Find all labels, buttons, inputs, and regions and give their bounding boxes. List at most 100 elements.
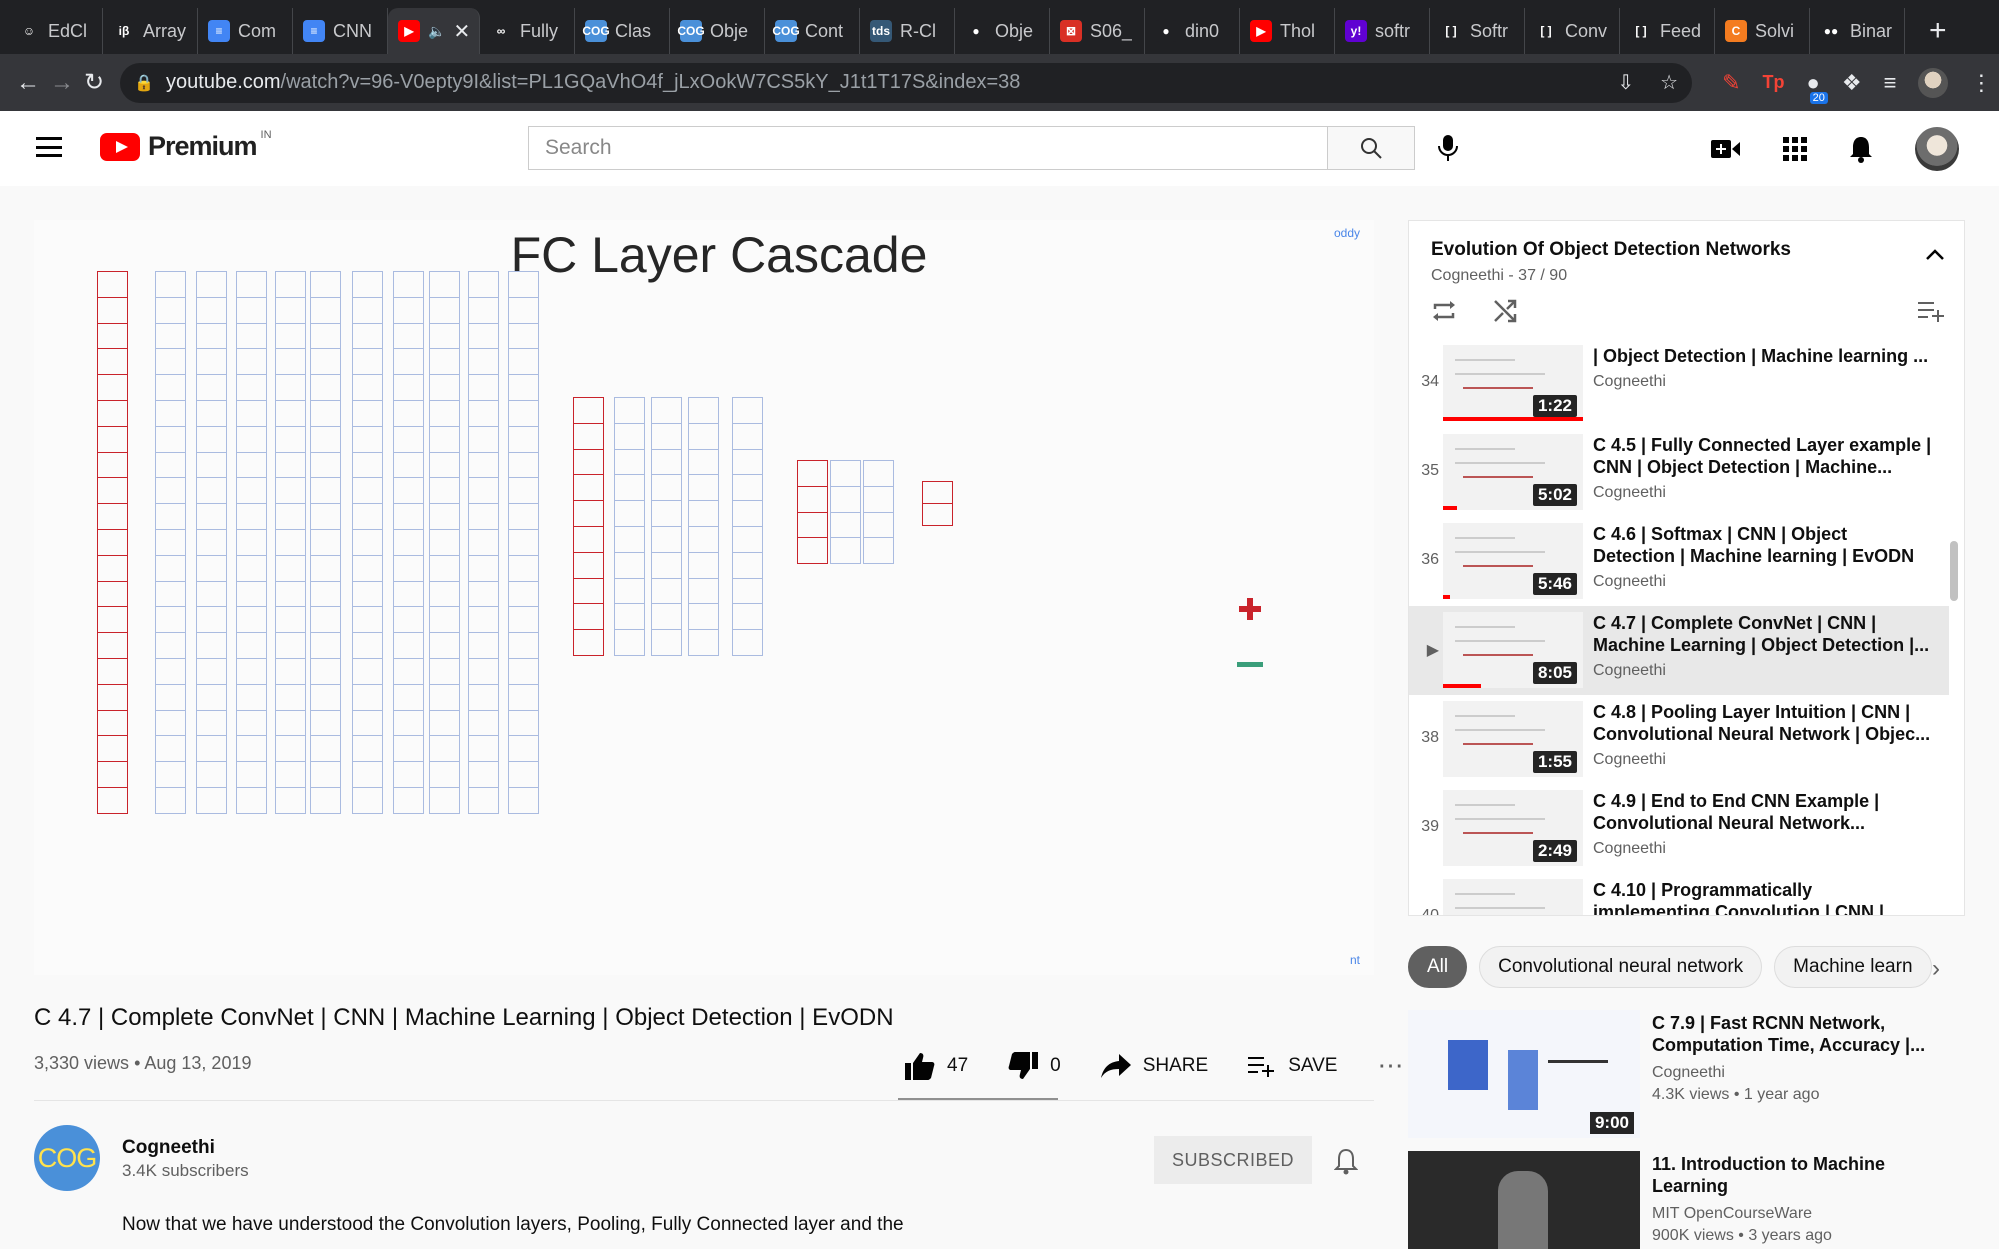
browser-tab[interactable]: ≡ Com	[198, 8, 293, 54]
menu-icon[interactable]	[36, 137, 62, 157]
tab-title: R-Cl	[900, 20, 936, 41]
recommended-video-thumbnail[interactable]: 9:00	[1408, 1010, 1640, 1138]
playlist-item-title[interactable]: C 4.8 | Pooling Layer Intuition | CNN | …	[1593, 701, 1933, 745]
playlist-item-thumbnail[interactable]: 5:02	[1443, 434, 1583, 510]
extension-badge-icon[interactable]: ● 20	[1807, 70, 1828, 104]
playlist-item[interactable]: 36 5:46 C 4.6 | Softmax | CNN | Object Det…	[1409, 517, 1949, 606]
recommended-video[interactable]: 11. Introduction to Machine Learning MIT …	[1408, 1151, 1968, 1249]
voice-search-button[interactable]	[1436, 133, 1460, 168]
playlist-item-thumbnail[interactable]: 1:22	[1443, 345, 1583, 421]
playlist-scrollbar[interactable]	[1950, 541, 1958, 601]
new-tab-button[interactable]: +	[1929, 14, 1947, 54]
channel-name[interactable]: Cogneethi	[122, 1137, 215, 1159]
tab-favicon-icon: C	[1725, 20, 1747, 42]
reading-list-icon[interactable]: ≡	[1884, 70, 1897, 96]
browser-tab[interactable]: COG Cont	[765, 8, 860, 54]
playlist-item-title[interactable]: | Object Detection | Machine learning ..…	[1593, 345, 1933, 367]
playlist-item[interactable]: 38 1:55 C 4.8 | Pooling Layer Intuition | …	[1409, 695, 1949, 784]
browser-profile-avatar[interactable]	[1918, 67, 1949, 98]
neuron-column-highlight	[797, 460, 828, 565]
video-player[interactable]: FC Layer Cascade oddy nt	[34, 220, 1374, 975]
browser-tab[interactable]: tds R-Cl	[860, 8, 955, 54]
search-input[interactable]: Search	[528, 126, 1328, 170]
search-button[interactable]	[1327, 126, 1415, 170]
playlist-item[interactable]: 39 2:49 C 4.9 | End to End CNN Example | C…	[1409, 784, 1949, 873]
browser-tab[interactable]: COG Obje	[670, 8, 765, 54]
subscribed-button[interactable]: SUBSCRIBED	[1154, 1136, 1312, 1184]
tab-audio-icon[interactable]: 🔈	[428, 23, 445, 40]
playlist-channel[interactable]: Cogneethi	[1431, 267, 1504, 284]
playlist-item-thumbnail[interactable]: 8:05	[1443, 612, 1583, 688]
recommended-video-thumbnail[interactable]	[1408, 1151, 1640, 1249]
playlist-item-thumbnail[interactable]: 2:49	[1443, 790, 1583, 866]
notifications-bell-icon[interactable]	[1849, 135, 1873, 163]
recommended-video[interactable]: 9:00 C 7.9 | Fast RCNN Network, Computati…	[1408, 1010, 1968, 1138]
playlist-item-thumbnail[interactable]: 4:41	[1443, 879, 1583, 915]
browser-tab[interactable]: ▶ 🔈 ✕	[388, 8, 480, 54]
playlist-item-title[interactable]: C 4.5 | Fully Connected Layer example | …	[1593, 434, 1933, 478]
tab-title: Com	[238, 20, 277, 41]
browser-tab[interactable]: ▶ Thol	[1240, 8, 1335, 54]
share-button[interactable]: SHARE	[1100, 1053, 1208, 1078]
playlist-item-title[interactable]: C 4.10 | Programmatically implementing C…	[1593, 879, 1933, 915]
reload-button[interactable]: ↻	[84, 68, 104, 97]
tab-close-icon[interactable]: ✕	[453, 19, 470, 44]
browser-tab[interactable]: [ ] Softr	[1430, 8, 1525, 54]
filter-chip[interactable]: All	[1408, 946, 1468, 988]
browser-tab[interactable]: ⊠ S06_	[1050, 8, 1145, 54]
shuffle-icon[interactable]	[1493, 299, 1519, 323]
browser-tab[interactable]: COG Clas	[575, 8, 670, 54]
browser-tab[interactable]: ≡ CNN	[293, 8, 388, 54]
collapse-playlist-button[interactable]	[1926, 247, 1944, 265]
save-playlist-icon[interactable]	[1918, 300, 1946, 322]
dislike-button[interactable]: 0	[1008, 1051, 1061, 1080]
playlist-item-thumbnail[interactable]: 1:55	[1443, 701, 1583, 777]
account-avatar[interactable]	[1915, 127, 1959, 171]
channel-notification-button[interactable]	[1333, 1147, 1359, 1180]
browser-tab[interactable]: ☺ EdCl	[8, 8, 103, 54]
browser-menu-icon[interactable]: ⋮	[1970, 70, 1992, 96]
filter-chip[interactable]: Machine learn	[1774, 946, 1932, 988]
browser-tab[interactable]: ∞ Fully	[480, 8, 575, 54]
browser-tab[interactable]: C Solvi	[1715, 8, 1810, 54]
browser-tab[interactable]: [ ] Feed	[1620, 8, 1715, 54]
browser-tab[interactable]: ● din0	[1145, 8, 1240, 54]
browser-tab[interactable]: [ ] Conv	[1525, 8, 1620, 54]
extensions-puzzle-icon[interactable]: ❖	[1842, 70, 1862, 96]
playlist-item-title[interactable]: C 4.7 | Complete ConvNet | CNN | Machine…	[1593, 612, 1933, 656]
install-app-icon[interactable]: ⇩	[1617, 70, 1634, 95]
playlist-item[interactable]: 34 1:22 | Object Detection | Machine learn…	[1409, 339, 1949, 428]
playlist-item-thumbnail[interactable]: 5:46	[1443, 523, 1583, 599]
playlist-item[interactable]: ▶ 8:05 C 4.7 | Complete ConvNet | CNN | Ma…	[1409, 606, 1949, 695]
playlist-item-title[interactable]: C 4.9 | End to End CNN Example | Convolu…	[1593, 790, 1933, 834]
browser-tab[interactable]: y! softr	[1335, 8, 1430, 54]
filter-chip[interactable]: Convolutional neural network	[1479, 946, 1763, 988]
recommended-video-title[interactable]: C 7.9 | Fast RCNN Network, Computation T…	[1652, 1012, 1952, 1056]
recommended-video-channel[interactable]: MIT OpenCourseWare	[1652, 1205, 1952, 1223]
channel-avatar[interactable]: COG	[34, 1125, 100, 1191]
chips-next-button[interactable]: ›	[1932, 955, 1940, 983]
playlist-item[interactable]: 40 4:41 C 4.10 | Programmatically implemen…	[1409, 873, 1949, 915]
playlist-title[interactable]: Evolution Of Object Detection Networks	[1431, 239, 1791, 261]
more-actions-button[interactable]: ⋯	[1377, 1050, 1405, 1081]
playlist-item[interactable]: 35 5:02 C 4.5 | Fully Connected Layer exam…	[1409, 428, 1949, 517]
recommended-video-title[interactable]: 11. Introduction to Machine Learning	[1652, 1153, 1952, 1197]
back-button[interactable]: ←	[16, 69, 40, 97]
save-button[interactable]: SAVE	[1248, 1055, 1337, 1077]
forward-button[interactable]: →	[50, 69, 74, 97]
apps-grid-icon[interactable]	[1783, 137, 1807, 161]
address-bar[interactable]: 🔒 youtube.com/watch?v=96-V0epty9I&list=P…	[120, 62, 1693, 103]
loop-icon[interactable]	[1431, 299, 1457, 323]
extension-pen-icon[interactable]: ✎	[1722, 70, 1740, 96]
browser-tab[interactable]: iβ Array	[103, 8, 198, 54]
playlist-item-title[interactable]: C 4.6 | Softmax | CNN | Object Detection…	[1593, 523, 1933, 567]
youtube-premium-logo[interactable]: Premium IN	[100, 129, 272, 162]
browser-tab[interactable]: ●● Binar	[1810, 8, 1905, 54]
extension-tp-icon[interactable]: Tp	[1763, 72, 1785, 93]
create-video-icon[interactable]	[1711, 138, 1741, 160]
dislike-count: 0	[1050, 1054, 1061, 1076]
browser-tab[interactable]: ● Obje	[955, 8, 1050, 54]
bookmark-star-icon[interactable]: ☆	[1660, 70, 1678, 95]
like-button[interactable]: 47	[905, 1052, 968, 1080]
recommended-video-channel[interactable]: Cogneethi	[1652, 1064, 1952, 1082]
